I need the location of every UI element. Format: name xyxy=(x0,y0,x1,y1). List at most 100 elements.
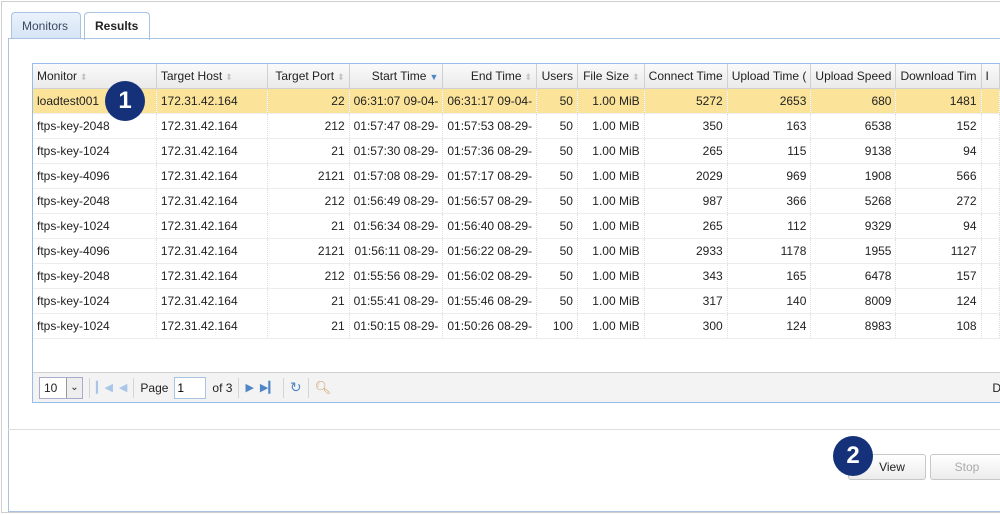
column-header-5[interactable]: Users xyxy=(536,64,578,89)
column-header-8[interactable]: Upload Time ( xyxy=(727,64,812,89)
page-label: Page xyxy=(140,380,169,395)
table-row[interactable]: ftps-key-2048 172.31.42.164 212 01:57:47 08… xyxy=(33,113,1000,139)
display-text: D xyxy=(992,381,1000,395)
table-row[interactable]: ftps-key-1024 172.31.42.164 21 01:56:34 08-… xyxy=(33,213,1000,239)
table-cell: 2121 xyxy=(267,163,350,189)
table-cell xyxy=(981,188,1000,214)
table-cell: 172.31.42.164 xyxy=(156,138,269,164)
table-cell: 94 xyxy=(895,138,982,164)
results-table: Monitor ⬍ Target Host ⬍ Target Port ⬍ Start Ti… xyxy=(33,64,1000,339)
view-label: View xyxy=(879,460,905,474)
table-row[interactable]: ftps-key-2048 172.31.42.164 212 01:56:49 08… xyxy=(33,188,1000,214)
table-row[interactable]: ftps-key-1024 172.31.42.164 21 01:57:30 08-… xyxy=(33,138,1000,164)
sort-icon: ⬍ xyxy=(80,71,88,82)
table-cell: 212 xyxy=(267,113,350,139)
stop-button[interactable]: Stop xyxy=(930,454,1000,480)
table-cell: 108 xyxy=(895,313,982,339)
table-cell: 50 xyxy=(536,263,578,289)
table-cell: 172.31.42.164 xyxy=(156,238,269,264)
table-cell: 1.00 MiB xyxy=(577,163,645,189)
table-cell: ftps-key-4096 xyxy=(33,238,157,264)
table-row[interactable]: ftps-key-4096 172.31.42.164 2121 01:57:08 0… xyxy=(33,163,1000,189)
table-cell: 01:50:15 08-29- xyxy=(349,313,444,339)
table-cell: 01:57:30 08-29- xyxy=(349,138,444,164)
table-cell: 317 xyxy=(644,288,728,314)
table-cell: 6478 xyxy=(810,263,897,289)
column-header-7[interactable]: Connect Time xyxy=(644,64,728,89)
table-cell: ftps-key-4096 xyxy=(33,163,157,189)
column-header-10[interactable]: Download Tim xyxy=(895,64,982,89)
table-cell: 50 xyxy=(536,88,578,114)
table-cell: 01:56:22 08-29- xyxy=(442,238,538,264)
first-page-icon[interactable]: ▎◀ xyxy=(96,381,113,394)
table-cell: 1.00 MiB xyxy=(577,238,645,264)
table-cell: 01:55:46 08-29- xyxy=(442,288,538,314)
column-label: Download Tim xyxy=(900,68,977,83)
table-cell: ftps-key-1024 xyxy=(33,288,157,314)
table-cell: 366 xyxy=(727,188,812,214)
table-cell: ftps-key-2048 xyxy=(33,188,157,214)
column-label: End Time xyxy=(470,68,522,83)
page-input[interactable] xyxy=(174,376,207,399)
table-cell: 343 xyxy=(644,263,728,289)
page-size-select[interactable]: 10 ⌄ xyxy=(39,376,83,399)
table-cell xyxy=(981,213,1000,239)
column-label: Start Time xyxy=(371,68,427,83)
table-cell: 94 xyxy=(895,213,982,239)
table-cell: 1.00 MiB xyxy=(577,313,645,339)
table-cell: ftps-key-1024 xyxy=(33,313,157,339)
column-label: File Size xyxy=(583,68,630,83)
table-cell: 115 xyxy=(727,138,812,164)
table-cell: 50 xyxy=(536,188,578,214)
table-cell: 987 xyxy=(644,188,728,214)
table-cell: 2653 xyxy=(727,88,812,114)
table-row[interactable]: ftps-key-4096 172.31.42.164 2121 01:56:11 0… xyxy=(33,238,1000,264)
table-cell: 50 xyxy=(536,288,578,314)
table-row[interactable]: ftps-key-1024 172.31.42.164 21 01:55:41 08-… xyxy=(33,288,1000,314)
table-cell: ftps-key-2048 xyxy=(33,263,157,289)
sort-desc-icon: ▼ xyxy=(429,71,439,82)
table-cell: 50 xyxy=(536,113,578,139)
table-cell: 9138 xyxy=(810,138,897,164)
column-header-4[interactable]: End Time ⬍ xyxy=(442,64,538,89)
next-page-icon[interactable]: ▶ xyxy=(245,381,253,394)
table-cell: 172.31.42.164 xyxy=(156,288,269,314)
table-cell: 172.31.42.164 xyxy=(156,113,269,139)
column-header-3[interactable]: Start Time ▼ xyxy=(349,64,444,89)
column-header-9[interactable]: Upload Speed xyxy=(810,64,897,89)
table-cell: 01:57:36 08-29- xyxy=(442,138,538,164)
column-label: Target Port xyxy=(275,68,335,83)
refresh-icon[interactable]: ↻ xyxy=(290,379,302,396)
table-cell: 50 xyxy=(536,138,578,164)
column-header-0[interactable]: Monitor ⬍ xyxy=(33,64,157,89)
chevron-down-icon[interactable]: ⌄ xyxy=(66,377,82,398)
table-cell: 2029 xyxy=(644,163,728,189)
table-cell: 01:56:11 08-29- xyxy=(349,238,444,264)
prev-page-icon[interactable]: ◀ xyxy=(119,381,127,394)
search-icon[interactable]: 🔍︎ xyxy=(315,380,332,396)
column-header-11[interactable]: I xyxy=(981,64,1000,89)
column-header-2[interactable]: Target Port ⬍ xyxy=(267,64,350,89)
tab-results[interactable]: Results xyxy=(84,12,150,40)
table-row[interactable]: ftps-key-1024 172.31.42.164 21 01:50:15 08-… xyxy=(33,313,1000,339)
table-cell: 01:57:47 08-29- xyxy=(349,113,444,139)
table-cell: 152 xyxy=(895,113,982,139)
table-cell xyxy=(981,288,1000,314)
table-cell xyxy=(981,163,1000,189)
table-row[interactable]: loadtest001 172.31.42.164 22 06:31:07 09-04… xyxy=(33,88,1000,114)
divider xyxy=(133,377,135,398)
callout-badge-2: 2 xyxy=(833,436,873,476)
table-cell: 01:50:26 08-29- xyxy=(442,313,538,339)
table-cell: 969 xyxy=(727,163,812,189)
paging-toolbar: 10 ⌄ ▎◀ ◀ Page of 3 ▶ ▶▎ ↻ 🔍︎ D xyxy=(33,372,1000,402)
table-cell: 6538 xyxy=(810,113,897,139)
table-cell: 21 xyxy=(267,313,350,339)
tab-monitors[interactable]: Monitors xyxy=(11,12,81,39)
table-cell: 1.00 MiB xyxy=(577,188,645,214)
table-cell: 1955 xyxy=(810,238,897,264)
table-row[interactable]: ftps-key-2048 172.31.42.164 212 01:55:56 08… xyxy=(33,263,1000,289)
column-header-1[interactable]: Target Host ⬍ xyxy=(156,64,269,89)
last-page-icon[interactable]: ▶▎ xyxy=(260,381,277,394)
table-cell: 163 xyxy=(727,113,812,139)
column-header-6[interactable]: File Size ⬍ xyxy=(577,64,645,89)
